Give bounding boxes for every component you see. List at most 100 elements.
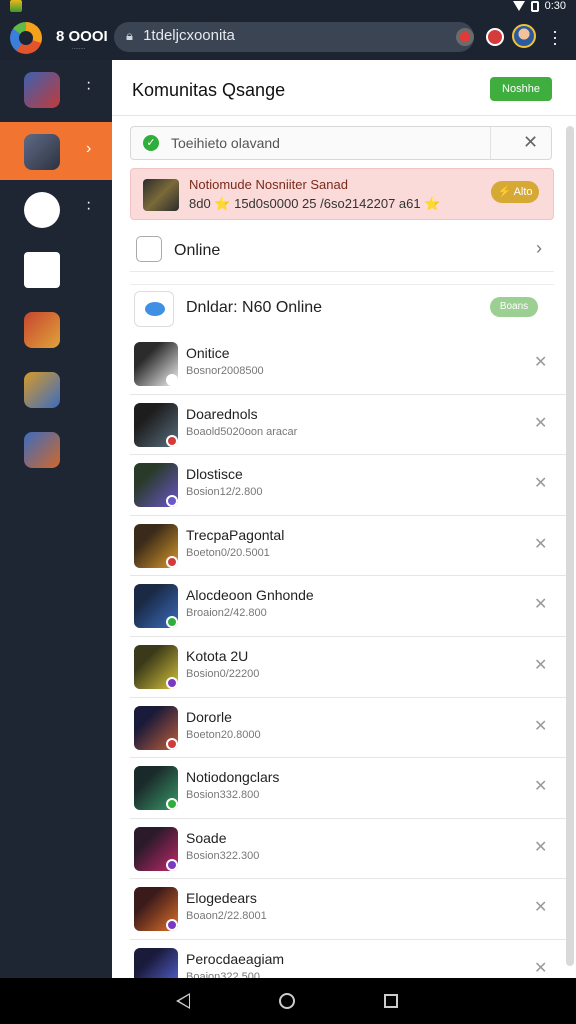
game-name: Dororle: [186, 708, 232, 725]
promo-title: Notiomude Nosniiter Sanad: [189, 177, 348, 192]
list-item[interactable]: Perocdaeagiam Boaion322.500 ✕: [130, 940, 570, 978]
game-6-icon: [24, 372, 60, 408]
game-5-icon: [24, 312, 60, 348]
header-action-button[interactable]: Noshhe: [490, 77, 552, 101]
wifi-icon: [512, 1, 525, 11]
game-meta: Bosion0/22200: [186, 667, 260, 680]
game-meta: Boaold5020oon aracar: [186, 425, 298, 438]
promo-subtitle: 8d0 ⭐ 15d0s0000 25 /6so2142207 a61 ⭐: [189, 196, 441, 211]
status-badge: [166, 555, 178, 568]
close-icon[interactable]: ✕: [534, 594, 547, 614]
avatar[interactable]: [512, 24, 536, 48]
game-1-icon: [24, 72, 60, 108]
lock-icon: 🔒︎: [126, 28, 133, 43]
sidebar-item-game-5[interactable]: [0, 300, 112, 358]
list-item[interactable]: Notiodongclars Bosion332.800 ✕: [130, 758, 570, 819]
sidebar-item-game-1[interactable]: · ·: [0, 60, 112, 118]
status-badge: [166, 919, 178, 932]
game-meta: Boaion322.500: [186, 970, 261, 978]
close-icon[interactable]: ✕: [534, 352, 547, 372]
promo-button[interactable]: ⚡ Alto: [491, 181, 539, 203]
list-item[interactable]: Elogedears Boaon2/22.8001 ✕: [130, 879, 570, 940]
sidebar-item-game-2[interactable]: ›: [0, 122, 112, 180]
list-item[interactable]: Alocdeoon Gnhonde Broaion2/42.800 ✕: [130, 576, 570, 637]
scrollbar[interactable]: [566, 126, 574, 966]
game-meta: Bosnor2008500: [186, 365, 264, 377]
sidebar: · · › · ·: [0, 60, 112, 978]
list-item[interactable]: Soade Bosion322.300 ✕: [130, 819, 570, 880]
list-item[interactable]: Onitice Bosnor2008500 ✕: [130, 334, 570, 395]
game-name: Onitice: [186, 345, 230, 361]
sidebar-item-game-6[interactable]: [0, 360, 112, 418]
game-list: Onitice Bosnor2008500 ✕ Doarednols Boaold502…: [130, 334, 570, 978]
notification-icon[interactable]: [486, 28, 504, 46]
list-item[interactable]: Kotota 2U Bosion0/22200 ✕: [130, 637, 570, 698]
battery-icon: [530, 0, 539, 12]
close-icon[interactable]: ✕: [534, 958, 547, 978]
close-icon[interactable]: ✕: [534, 473, 547, 493]
list-item[interactable]: TrecpaPagontal Boeton0/20.5001 ✕: [130, 516, 570, 577]
close-icon[interactable]: ✕: [534, 776, 547, 796]
status-badge: [166, 676, 178, 689]
list-item[interactable]: Dororle Boeton20.8000 ✕: [130, 698, 570, 759]
promo-banner[interactable]: Notiomude Nosniiter Sanad 8d0 ⭐ 15d0s000…: [130, 168, 554, 220]
game-meta: Broaion2/42.800: [186, 607, 267, 620]
address-bar[interactable]: 🔒︎ 1tdeljcxoonita: [114, 22, 474, 52]
status-badge: [166, 737, 178, 750]
close-icon[interactable]: ✕: [534, 897, 547, 917]
online-row[interactable]: Online ›: [130, 228, 554, 272]
close-icon[interactable]: ✕: [534, 837, 547, 857]
close-icon[interactable]: ✕: [534, 534, 547, 554]
search-text: Toeihieto olavand: [171, 135, 280, 151]
section-badge[interactable]: Boans: [490, 297, 538, 317]
recents-icon[interactable]: [384, 994, 398, 1008]
logo-icon[interactable]: [10, 22, 42, 54]
game-thumbnail: [134, 947, 178, 978]
game-name: TrecpaPagontal: [186, 526, 285, 543]
sidebar-item-game-7[interactable]: [0, 420, 112, 478]
panel-header: Komunitas Qsange Noshhe: [112, 60, 576, 116]
search-input[interactable]: ✓ Toeihieto olavand: [131, 127, 491, 159]
online-status-icon: [136, 236, 162, 262]
status-time: 0:30: [544, 0, 566, 12]
record-icon[interactable]: [456, 28, 474, 46]
main-panel: Komunitas Qsange Noshhe ✓ Toeihieto olav…: [112, 60, 576, 978]
list-item[interactable]: Dlostisce Bosion12/2.800 ✕: [130, 455, 570, 516]
game-7-icon: [24, 432, 60, 468]
game-name: Dlostisce: [186, 466, 243, 483]
close-icon[interactable]: ✕: [523, 132, 538, 153]
more-icon[interactable]: · ·: [86, 195, 91, 217]
chevron-right-icon: ›: [536, 238, 542, 258]
game-meta: Bosion12/2.800: [186, 486, 263, 499]
status-badge: [166, 374, 178, 386]
game-meta: Bosion322.300: [186, 849, 260, 862]
game-name: Alocdeoon Gnhonde: [186, 587, 314, 604]
game-name: Perocdaeagiam: [186, 950, 285, 967]
game-meta: Boaon2/22.8001: [186, 910, 267, 923]
sidebar-item-dice[interactable]: [0, 240, 112, 298]
status-badge: [166, 798, 178, 811]
back-icon[interactable]: [176, 993, 190, 1009]
game-name: Elogedears: [186, 890, 257, 907]
more-icon[interactable]: · ·: [86, 75, 91, 97]
game-meta: Boeton0/20.5001: [186, 546, 270, 559]
search-bar[interactable]: ✓ Toeihieto olavand ✕: [130, 126, 552, 160]
section-header[interactable]: Dnldar: N60 Online Boans: [130, 284, 554, 330]
more-icon[interactable]: · · ·: [550, 22, 560, 52]
game-name: Notiodongclars: [186, 769, 280, 786]
close-icon[interactable]: ✕: [534, 413, 547, 433]
sidebar-item-controller[interactable]: · ·: [0, 180, 112, 238]
panel-title: Komunitas Qsange: [132, 80, 286, 100]
close-icon[interactable]: ✕: [534, 716, 547, 736]
game-name: Kotota 2U: [186, 647, 249, 664]
app-subtitle: ........: [72, 45, 86, 51]
game-name: Soade: [186, 829, 227, 846]
dice-icon: [24, 252, 60, 288]
list-item[interactable]: Doarednols Boaold5020oon aracar ✕: [130, 395, 570, 456]
status-bar: 0:30: [0, 0, 576, 14]
close-icon[interactable]: ✕: [534, 655, 547, 675]
game-2-icon: [24, 134, 60, 170]
home-icon[interactable]: [279, 993, 295, 1009]
online-label: Online: [174, 242, 221, 259]
controller-icon: [24, 192, 60, 228]
